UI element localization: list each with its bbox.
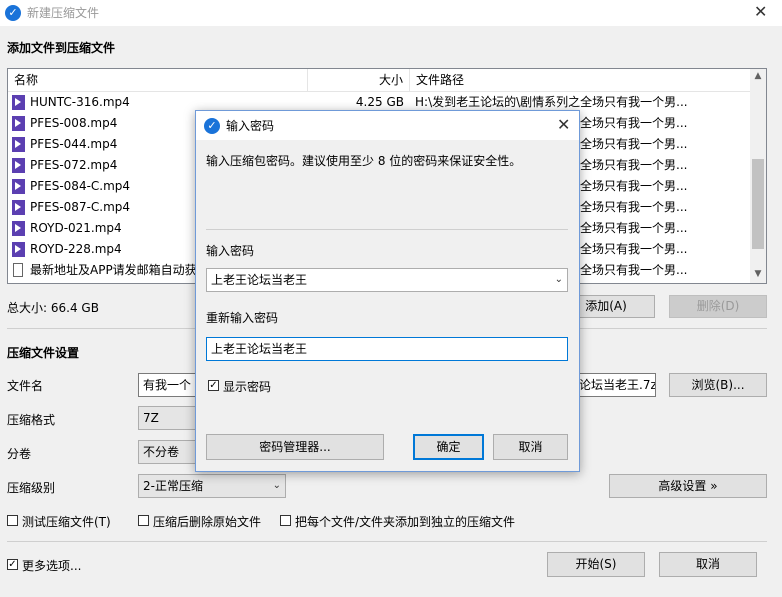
delete-button[interactable]: 删除(D) bbox=[669, 295, 767, 318]
mp4-file-icon bbox=[12, 242, 25, 257]
password-dialog-title-bar: ✓ 输入密码 ✕ bbox=[196, 111, 579, 140]
password-manager-button[interactable]: 密码管理器... bbox=[206, 434, 384, 460]
confirm-password-input[interactable]: 上老王论坛当老王 bbox=[206, 337, 568, 361]
window-close-icon[interactable]: ✕ bbox=[754, 4, 767, 20]
app-logo-icon: ✓ bbox=[5, 5, 21, 21]
mp4-file-icon bbox=[12, 95, 25, 110]
filename-input-right[interactable]: 论坛当老王.7z bbox=[575, 373, 656, 397]
main-cancel-button[interactable]: 取消 bbox=[659, 552, 757, 577]
mp4-file-icon bbox=[12, 137, 25, 152]
scroll-up-icon[interactable]: ▲ bbox=[750, 71, 766, 81]
split-select[interactable]: 不分卷 bbox=[138, 440, 198, 464]
filename-label: 文件名 bbox=[7, 379, 44, 393]
delete-after-checkbox[interactable] bbox=[138, 515, 149, 526]
settings-section-title: 压缩文件设置 bbox=[7, 346, 80, 360]
password-dialog: ✓ 输入密码 ✕ 输入压缩包密码。建议使用至少 8 位的密码来保证安全性。 输入… bbox=[195, 110, 580, 472]
mp4-file-icon bbox=[12, 179, 25, 194]
mp4-file-icon bbox=[12, 116, 25, 131]
test-archive-label[interactable]: 测试压缩文件(T) bbox=[22, 513, 111, 530]
more-options-checkbox[interactable]: ✓ bbox=[7, 559, 18, 570]
files-section-title: 添加文件到压缩文件 bbox=[7, 41, 116, 55]
file-list-header: 名称 大小 文件路径 bbox=[8, 69, 750, 92]
file-path: 全场只有我一个男... bbox=[580, 137, 688, 151]
format-select[interactable]: 7Z bbox=[138, 406, 198, 430]
column-header-name[interactable]: 名称 bbox=[8, 69, 308, 91]
password-dialog-title: 输入密码 bbox=[226, 119, 275, 133]
file-path: 全场只有我一个男... bbox=[580, 242, 688, 256]
scroll-thumb[interactable] bbox=[752, 159, 764, 249]
column-header-path[interactable]: 文件路径 bbox=[410, 69, 750, 91]
test-archive-checkbox[interactable] bbox=[7, 515, 18, 526]
text-file-icon bbox=[13, 263, 23, 277]
password-label: 输入密码 bbox=[206, 244, 255, 258]
advanced-settings-button[interactable]: 高级设置 » bbox=[609, 474, 767, 498]
dialog-divider bbox=[206, 229, 568, 230]
file-path: 全场只有我一个男... bbox=[580, 263, 688, 277]
column-header-size[interactable]: 大小 bbox=[308, 69, 410, 91]
dialog-cancel-button[interactable]: 取消 bbox=[493, 434, 568, 460]
filename-input-left[interactable]: 有我一个 bbox=[138, 373, 198, 397]
file-path: 全场只有我一个男... bbox=[580, 116, 688, 130]
total-size: 总大小: 66.4 GB bbox=[7, 301, 99, 315]
password-hint: 输入压缩包密码。建议使用至少 8 位的密码来保证安全性。 bbox=[206, 154, 522, 168]
separate-archives-checkbox[interactable] bbox=[280, 515, 291, 526]
dialog-app-icon: ✓ bbox=[204, 118, 220, 134]
mp4-file-icon bbox=[12, 200, 25, 215]
format-label: 压缩格式 bbox=[7, 413, 56, 427]
file-list-scrollbar[interactable]: ▲ ▼ bbox=[750, 69, 766, 283]
scroll-down-icon[interactable]: ▼ bbox=[750, 269, 766, 279]
level-label: 压缩级别 bbox=[7, 481, 56, 495]
show-password-checkbox[interactable]: ✓ bbox=[208, 380, 219, 391]
confirm-password-label: 重新输入密码 bbox=[206, 311, 279, 325]
mp4-file-icon bbox=[12, 158, 25, 173]
password-input-value: 上老王论坛当老王 bbox=[211, 273, 308, 287]
separate-archives-label[interactable]: 把每个文件/文件夹添加到独立的压缩文件 bbox=[295, 513, 515, 530]
start-button[interactable]: 开始(S) bbox=[547, 552, 645, 577]
window-title-bar: ✓ 新建压缩文件 ✕ bbox=[0, 0, 782, 26]
dialog-ok-button[interactable]: 确定 bbox=[413, 434, 484, 460]
file-path: 全场只有我一个男... bbox=[580, 221, 688, 235]
browse-button[interactable]: 浏览(B)... bbox=[669, 373, 767, 397]
bottom-divider bbox=[7, 541, 767, 542]
file-path: 全场只有我一个男... bbox=[580, 179, 688, 193]
level-select-value: 2-正常压缩 bbox=[143, 479, 203, 493]
more-options-label[interactable]: 更多选项... bbox=[22, 557, 81, 574]
file-path: 全场只有我一个男... bbox=[580, 200, 688, 214]
split-label: 分卷 bbox=[7, 447, 32, 461]
window-title: 新建压缩文件 bbox=[27, 6, 100, 20]
dialog-close-icon[interactable]: ✕ bbox=[557, 117, 570, 133]
mp4-file-icon bbox=[12, 221, 25, 236]
level-select[interactable]: 2-正常压缩 ⌄ bbox=[138, 474, 286, 498]
password-dropdown-chevron-icon[interactable]: ⌄ bbox=[555, 269, 563, 291]
chevron-down-icon: ⌄ bbox=[272, 480, 281, 491]
password-input[interactable]: 上老王论坛当老王 ⌄ bbox=[206, 268, 568, 292]
show-password-label[interactable]: 显示密码 bbox=[223, 378, 271, 395]
file-path: 全场只有我一个男... bbox=[580, 158, 688, 172]
delete-after-label[interactable]: 压缩后删除原始文件 bbox=[153, 513, 261, 530]
